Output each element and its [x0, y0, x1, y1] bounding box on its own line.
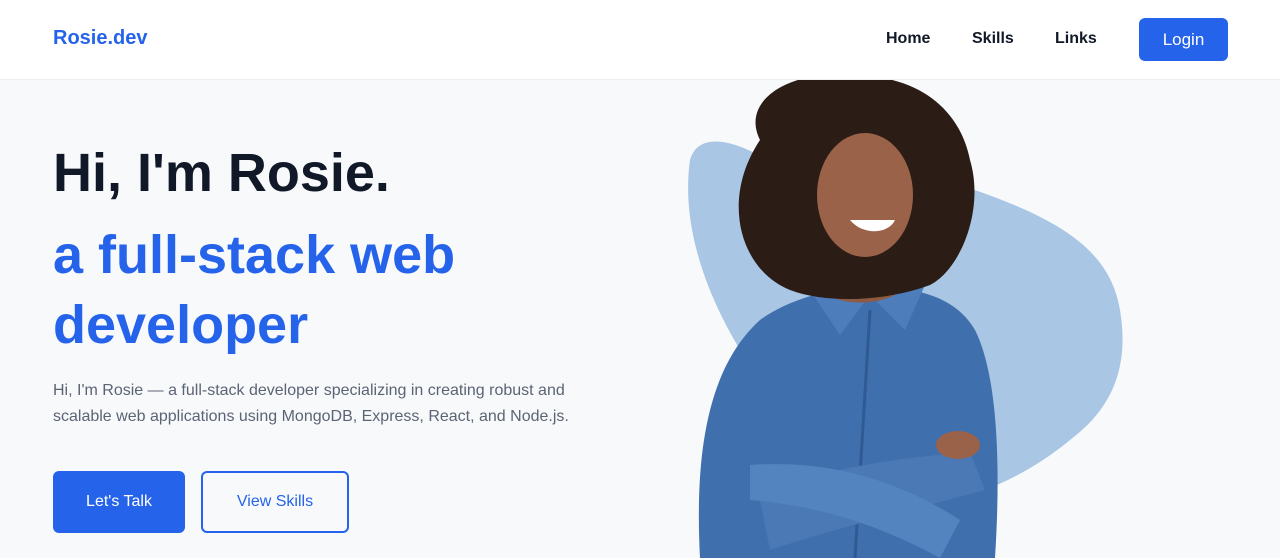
login-button[interactable]: Login — [1139, 18, 1228, 61]
face — [817, 133, 913, 257]
nav-link-links[interactable]: Links — [1055, 30, 1097, 48]
hero-description: Hi, I'm Rosie — a full-stack developer s… — [53, 382, 569, 425]
hero-title: Hi, I'm Rosie. — [53, 143, 390, 203]
nav-link-skills[interactable]: Skills — [972, 30, 1014, 48]
nav-link-home[interactable]: Home — [886, 30, 930, 48]
hero-portrait — [688, 80, 1123, 558]
hero-subtitle: a full-stack web developer — [53, 225, 456, 355]
lets-talk-button[interactable]: Let's Talk — [53, 471, 185, 533]
brand-logo[interactable]: Rosie.dev — [53, 27, 147, 50]
navbar: Rosie.dev Home Skills Links Login — [0, 0, 1280, 80]
view-skills-button[interactable]: View Skills — [201, 471, 349, 533]
